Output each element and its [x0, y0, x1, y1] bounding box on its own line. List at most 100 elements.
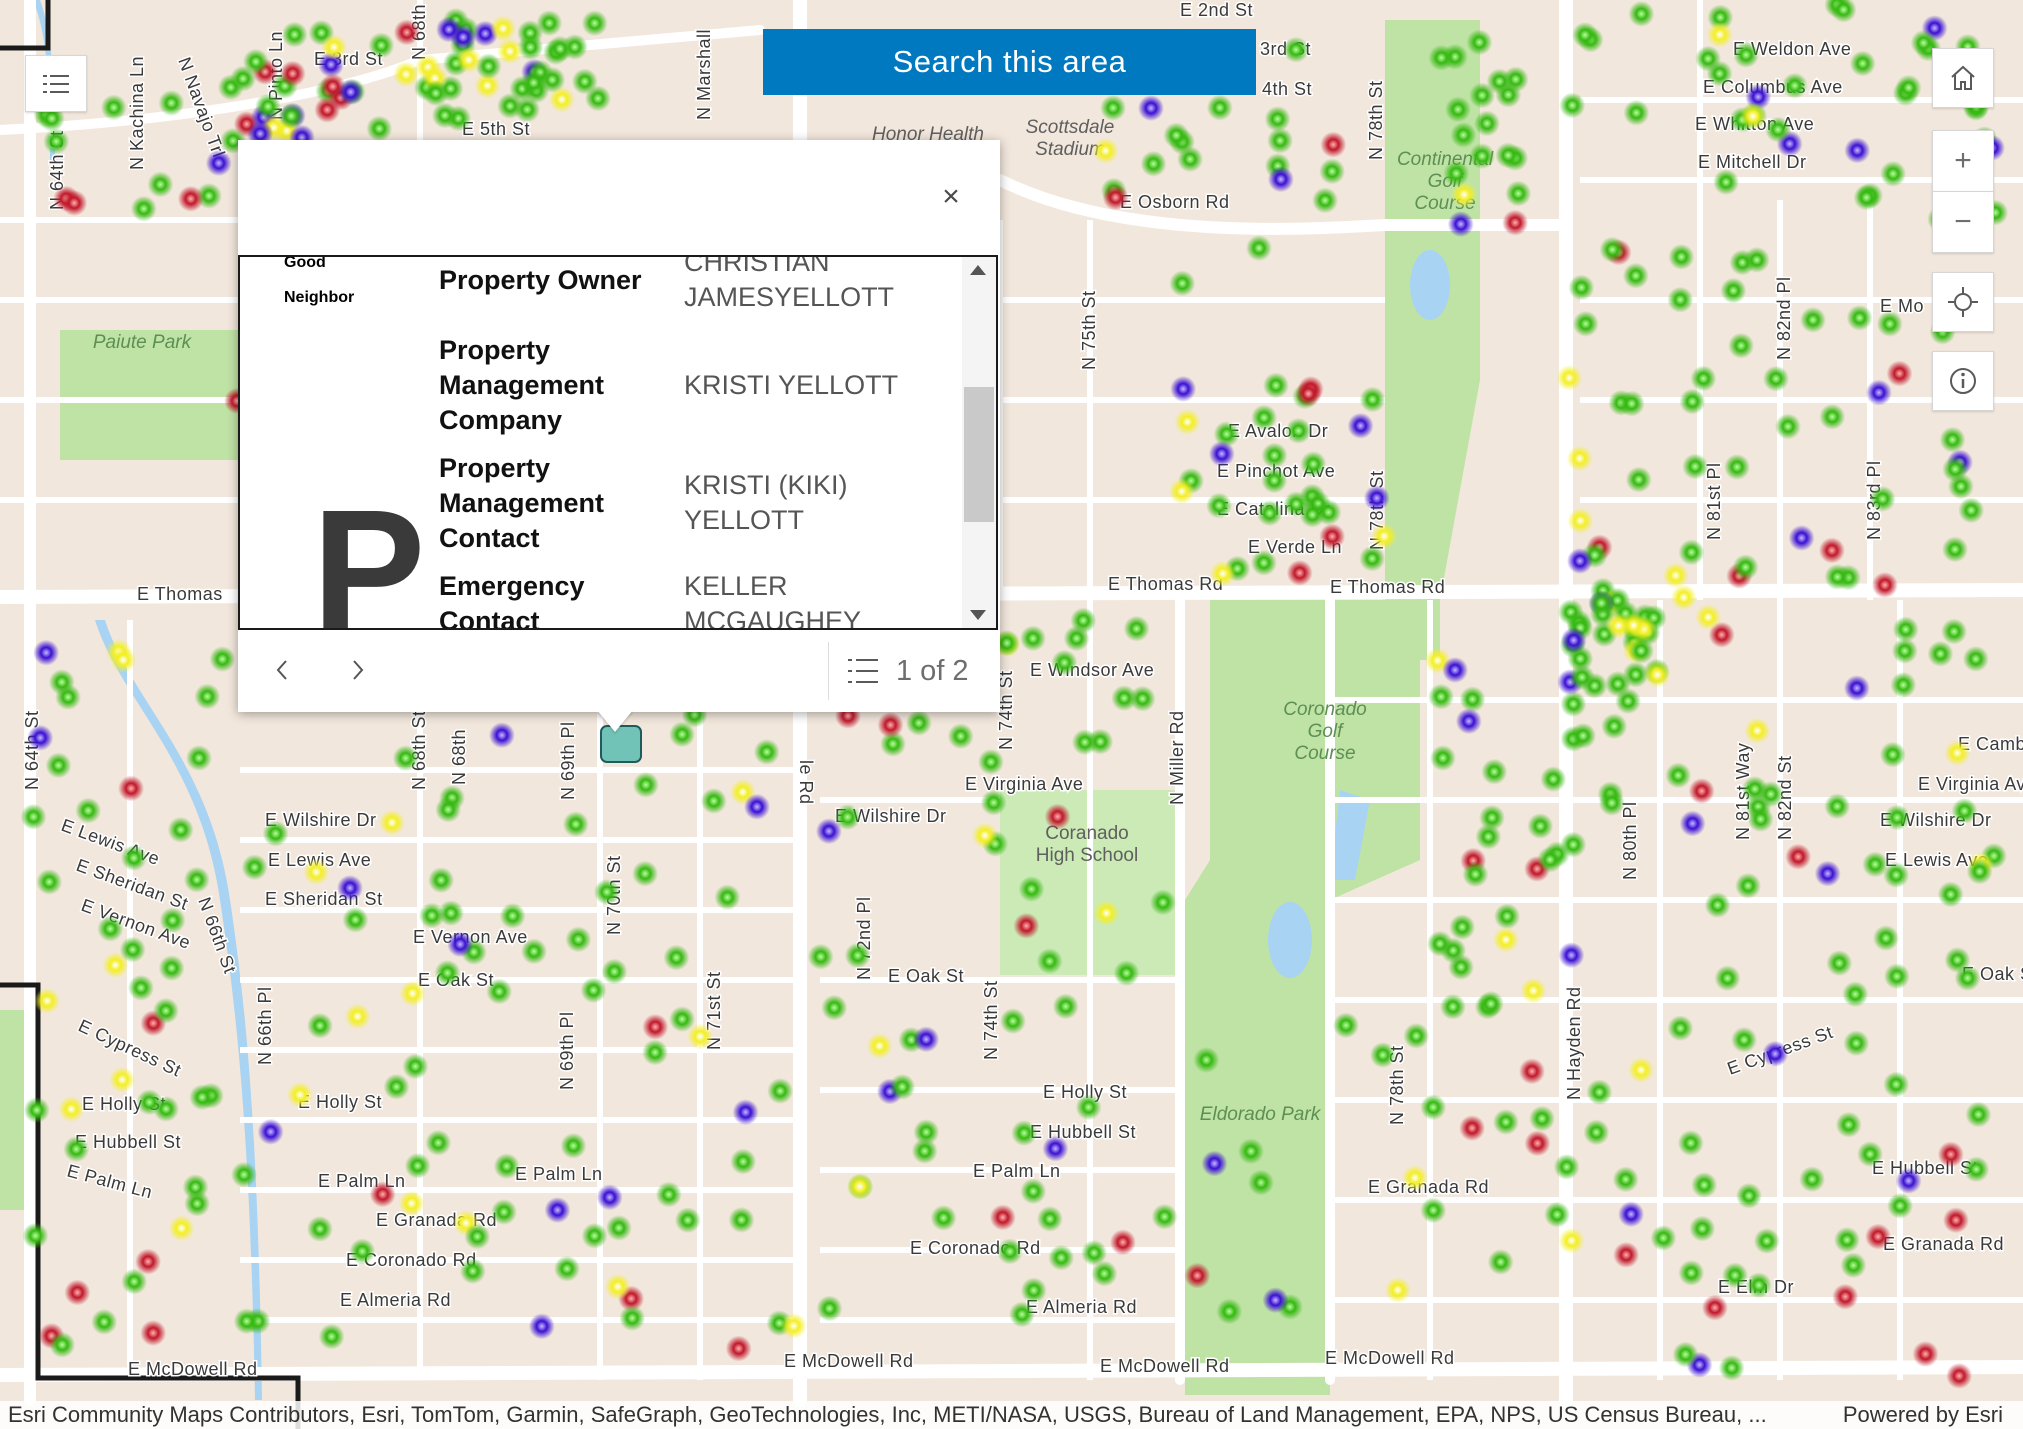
property-point[interactable] [1556, 364, 1583, 391]
property-point[interactable] [491, 1199, 517, 1225]
property-point[interactable] [450, 24, 477, 51]
property-point[interactable] [1168, 478, 1195, 505]
property-point[interactable] [1865, 1223, 1892, 1250]
property-point[interactable] [655, 1181, 682, 1208]
property-point[interactable] [1151, 1203, 1178, 1230]
property-point[interactable] [1169, 270, 1196, 297]
property-point[interactable] [1369, 1042, 1396, 1068]
property-point[interactable] [1895, 1167, 1922, 1194]
property-point[interactable] [369, 1181, 396, 1208]
property-point[interactable] [1426, 930, 1453, 957]
property-point[interactable] [1527, 813, 1554, 840]
property-point[interactable] [674, 1207, 701, 1234]
property-point[interactable] [431, 102, 458, 129]
property-point[interactable] [1174, 408, 1201, 435]
property-point[interactable] [1883, 1071, 1910, 1098]
property-point[interactable] [1206, 492, 1233, 519]
property-point[interactable] [565, 926, 592, 953]
property-point[interactable] [486, 978, 513, 1005]
property-point[interactable] [257, 1118, 284, 1145]
property-point[interactable] [1679, 810, 1706, 837]
property-point[interactable] [55, 684, 82, 711]
property-point[interactable] [1140, 150, 1167, 177]
property-point[interactable] [33, 639, 60, 666]
feature-list-icon[interactable] [848, 656, 878, 686]
property-point[interactable] [152, 997, 179, 1024]
property-point[interactable] [183, 866, 210, 893]
property-point[interactable] [1941, 618, 1968, 645]
property-point[interactable] [1943, 1207, 1969, 1234]
property-point[interactable] [1618, 390, 1645, 417]
property-point[interactable] [128, 974, 154, 1001]
property-point[interactable] [728, 1206, 755, 1233]
property-point[interactable] [209, 646, 236, 673]
attribution-text[interactable]: Esri Community Maps Contributors, Esri, … [8, 1401, 1767, 1429]
property-point[interactable] [231, 1161, 257, 1188]
property-point[interactable] [1502, 209, 1529, 236]
property-point[interactable] [321, 34, 347, 61]
property-point[interactable] [118, 775, 145, 802]
property-point[interactable] [846, 1173, 873, 1200]
property-point[interactable] [1644, 661, 1671, 688]
property-point[interactable] [435, 796, 462, 823]
property-point[interactable] [22, 1222, 49, 1249]
property-point[interactable] [1447, 211, 1474, 238]
property-point[interactable] [521, 938, 547, 965]
property-point[interactable] [1248, 1169, 1274, 1196]
property-point[interactable] [279, 60, 306, 87]
property-point[interactable] [1598, 789, 1625, 816]
property-point[interactable] [135, 1248, 162, 1275]
property-point[interactable] [1667, 286, 1694, 313]
property-point[interactable] [632, 860, 659, 887]
property-point[interactable] [1844, 137, 1871, 164]
property-point[interactable] [1529, 1105, 1555, 1132]
property-point[interactable] [1469, 82, 1496, 109]
property-point[interactable] [490, 15, 517, 42]
property-point[interactable] [402, 1053, 429, 1080]
property-point[interactable] [1939, 426, 1966, 453]
property-point[interactable] [1714, 965, 1741, 992]
property-point[interactable] [1102, 184, 1129, 211]
property-point[interactable] [337, 875, 363, 901]
property-point[interactable] [1818, 537, 1845, 564]
property-point[interactable] [182, 1174, 209, 1201]
property-point[interactable] [399, 980, 426, 1007]
property-point[interactable] [596, 1184, 623, 1211]
property-point[interactable] [1113, 960, 1140, 987]
property-point[interactable] [601, 958, 628, 985]
property-point[interactable] [1429, 745, 1456, 771]
property-point[interactable] [1785, 843, 1812, 870]
property-point[interactable] [398, 1190, 425, 1217]
property-point[interactable] [1799, 1166, 1826, 1193]
property-point[interactable] [1109, 1229, 1136, 1256]
property-point[interactable] [1753, 1228, 1780, 1254]
property-point[interactable] [1184, 1262, 1211, 1289]
property-point[interactable] [1775, 413, 1801, 440]
property-point[interactable] [1443, 160, 1470, 187]
property-point[interactable] [241, 854, 268, 881]
property-point[interactable] [1677, 1130, 1704, 1156]
property-point[interactable] [1963, 1156, 1990, 1183]
property-point[interactable] [159, 907, 186, 934]
property-point[interactable] [539, 66, 566, 93]
property-point[interactable] [1735, 872, 1762, 899]
property-point[interactable] [58, 1096, 85, 1123]
property-point[interactable] [23, 1097, 50, 1124]
property-point[interactable] [1966, 858, 1993, 885]
property-point[interactable] [1020, 1277, 1047, 1304]
property-point[interactable] [20, 803, 47, 830]
property-point[interactable] [1757, 781, 1784, 808]
property-point[interactable] [1665, 762, 1692, 789]
property-point[interactable] [1261, 467, 1288, 494]
property-point[interactable] [1965, 1101, 1992, 1128]
property-point[interactable] [1690, 365, 1717, 392]
property-point[interactable] [63, 1136, 90, 1163]
property-point[interactable] [1319, 158, 1346, 185]
property-point[interactable] [980, 789, 1007, 816]
next-feature-button[interactable] [338, 650, 378, 690]
property-point[interactable] [1944, 739, 1971, 766]
property-point[interactable] [447, 931, 474, 958]
property-point[interactable] [1814, 860, 1841, 887]
property-point[interactable] [120, 845, 147, 871]
property-point[interactable] [1492, 926, 1519, 953]
